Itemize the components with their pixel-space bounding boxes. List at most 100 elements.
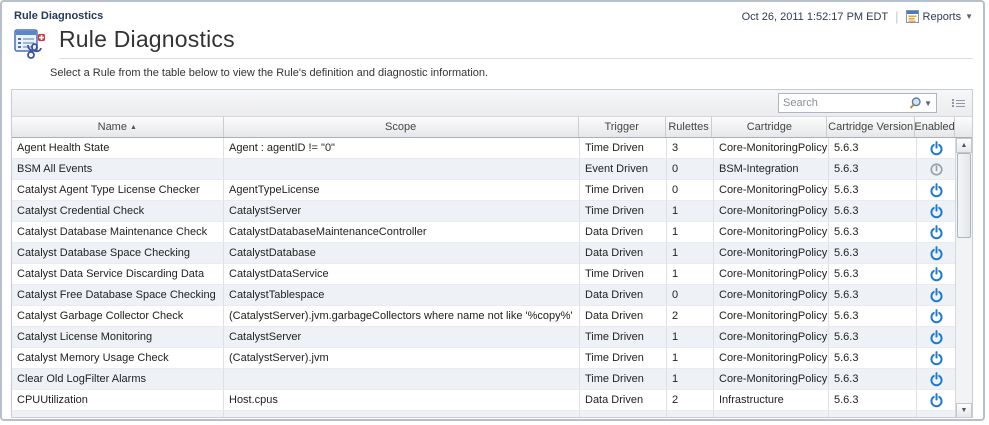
- cell-trigger: Time Driven: [580, 369, 667, 390]
- cell-cartridge: Core-MonitoringPolicy: [714, 348, 829, 369]
- cell-name: Catalyst License Monitoring: [12, 327, 224, 348]
- table-row[interactable]: Catalyst Database Maintenance CheckCatal…: [12, 222, 957, 243]
- column-header-name[interactable]: Name ▲: [12, 117, 224, 137]
- cell-cartridge: Core-MonitoringPolicy: [714, 180, 829, 201]
- table-row[interactable]: Catalyst Memory Usage Check(CatalystServ…: [12, 348, 957, 369]
- cell-version: 5.6.3: [829, 180, 917, 201]
- table-header-row: Name ▲ Scope Trigger Rulettes Cartridge …: [12, 117, 972, 138]
- cell-name: Clear Old LogFilter Alarms: [12, 369, 224, 390]
- cell-scope: [224, 369, 580, 390]
- table-row[interactable]: Catalyst Free Database Space CheckingCat…: [12, 285, 957, 306]
- report-icon: [906, 10, 919, 23]
- cell-rulettes: 1: [667, 222, 714, 243]
- cell-cartridge: Core-MonitoringPolicy: [714, 138, 829, 159]
- cell-rulettes: 2: [667, 390, 714, 411]
- cell-enabled[interactable]: [917, 390, 957, 411]
- cell-version: 5.6.3: [829, 222, 917, 243]
- search-button[interactable]: ▼: [908, 96, 936, 110]
- breadcrumb[interactable]: Rule Diagnostics: [14, 10, 103, 22]
- cell-name: Agent Health State: [12, 138, 224, 159]
- power-on-icon: [929, 225, 944, 240]
- table-row[interactable]: Catalyst Garbage Collector Check(Catalys…: [12, 306, 957, 327]
- vertical-scrollbar[interactable]: ▲ ▼: [955, 138, 972, 418]
- column-header-cartridge[interactable]: Cartridge: [712, 117, 827, 137]
- title-separator: [59, 58, 973, 59]
- power-on-icon: [929, 330, 944, 345]
- cell-scope: Agent : agentID != "0": [224, 138, 580, 159]
- rules-table: ▼ Name ▲ Scope Trigger Rulettes: [11, 89, 973, 418]
- cell-trigger: Data Driven: [580, 243, 667, 264]
- cell-enabled[interactable]: [917, 243, 957, 264]
- cell-scope: Host.cpus: [224, 390, 580, 411]
- cell-trigger: Data Driven: [580, 285, 667, 306]
- search-options-chevron-icon[interactable]: ▼: [924, 99, 932, 108]
- cell-scope: CatalystServer: [224, 201, 580, 222]
- cell-version: 5.6.3: [829, 327, 917, 348]
- divider: |: [895, 9, 898, 24]
- column-header-rulettes[interactable]: Rulettes: [666, 117, 713, 137]
- power-on-icon: [929, 183, 944, 198]
- cell-enabled[interactable]: [917, 327, 957, 348]
- cell-scope: CatalystTablespace: [224, 285, 580, 306]
- cell-rulettes: 0: [667, 285, 714, 306]
- table-row[interactable]: Catalyst Data Service Discarding DataCat…: [12, 264, 957, 285]
- rule-diagnostics-icon: [14, 29, 46, 59]
- cell-enabled[interactable]: [917, 369, 957, 390]
- column-header-trigger[interactable]: Trigger: [579, 117, 666, 137]
- column-header-enabled[interactable]: Enabled: [915, 117, 955, 137]
- power-on-icon: [929, 372, 944, 387]
- cell-name: BSM All Events: [12, 159, 224, 180]
- cell-cartridge: Core-MonitoringPolicy: [714, 201, 829, 222]
- search-input[interactable]: [779, 97, 908, 109]
- cell-enabled[interactable]: [917, 348, 957, 369]
- table-row[interactable]: Catalyst Credential CheckCatalystServerT…: [12, 201, 957, 222]
- table-row-partial[interactable]: [12, 411, 957, 418]
- table-row[interactable]: Catalyst Database Space CheckingCatalyst…: [12, 243, 957, 264]
- cell-rulettes: 1: [667, 327, 714, 348]
- table-body: Agent Health StateAgent : agentID != "0"…: [12, 138, 957, 418]
- cell-cartridge: Core-MonitoringPolicy: [714, 306, 829, 327]
- cell-cartridge: Core-MonitoringPolicy: [714, 264, 829, 285]
- cell-rulettes: 1: [667, 369, 714, 390]
- column-header-scope[interactable]: Scope: [224, 117, 579, 137]
- power-off-icon: [929, 162, 944, 177]
- cell-rulettes: 1: [667, 201, 714, 222]
- cell-name: Catalyst Garbage Collector Check: [12, 306, 224, 327]
- sort-asc-icon: ▲: [130, 124, 137, 131]
- cell-name: Catalyst Database Maintenance Check: [12, 222, 224, 243]
- scroll-up-icon[interactable]: ▲: [956, 138, 972, 153]
- cell-enabled[interactable]: [917, 285, 957, 306]
- table-row[interactable]: Agent Health StateAgent : agentID != "0"…: [12, 138, 957, 159]
- page-subtitle: Select a Rule from the table below to vi…: [50, 67, 488, 79]
- power-on-icon: [929, 351, 944, 366]
- scroll-down-icon[interactable]: ▼: [956, 403, 972, 418]
- power-on-icon: [929, 204, 944, 219]
- scrollbar-thumb[interactable]: [957, 153, 971, 238]
- table-toolbar: ▼: [12, 90, 972, 117]
- cell-version: 5.6.3: [829, 285, 917, 306]
- cell-enabled[interactable]: [917, 264, 957, 285]
- power-on-icon: [929, 309, 944, 324]
- cell-enabled[interactable]: [917, 222, 957, 243]
- cell-enabled[interactable]: [917, 138, 957, 159]
- cell-trigger: Time Driven: [580, 327, 667, 348]
- column-header-cartridge-version[interactable]: Cartridge Version: [827, 117, 915, 137]
- table-row[interactable]: BSM All EventsEvent Driven0BSM-Integrati…: [12, 159, 957, 180]
- table-row[interactable]: Catalyst Agent Type License CheckerAgent…: [12, 180, 957, 201]
- cell-cartridge: Core-MonitoringPolicy: [714, 369, 829, 390]
- cell-rulettes: 3: [667, 138, 714, 159]
- cell-version: 5.6.3: [829, 390, 917, 411]
- table-row[interactable]: Clear Old LogFilter Alarms Time Driven1Co…: [12, 369, 957, 390]
- table-row[interactable]: CPUUtilizationHost.cpusData Driven2Infra…: [12, 390, 957, 411]
- cell-version: 5.6.3: [829, 138, 917, 159]
- cell-enabled[interactable]: [917, 306, 957, 327]
- cell-enabled[interactable]: [917, 201, 957, 222]
- cell-cartridge: BSM-Integration: [714, 159, 829, 180]
- search-icon: [908, 96, 922, 110]
- reports-menu[interactable]: Reports ▼: [906, 10, 973, 23]
- cell-enabled[interactable]: [917, 180, 957, 201]
- table-row[interactable]: Catalyst License MonitoringCatalystServe…: [12, 327, 957, 348]
- column-customizer-icon[interactable]: [952, 98, 965, 109]
- cell-enabled[interactable]: [917, 159, 957, 180]
- cell-rulettes: 2: [667, 306, 714, 327]
